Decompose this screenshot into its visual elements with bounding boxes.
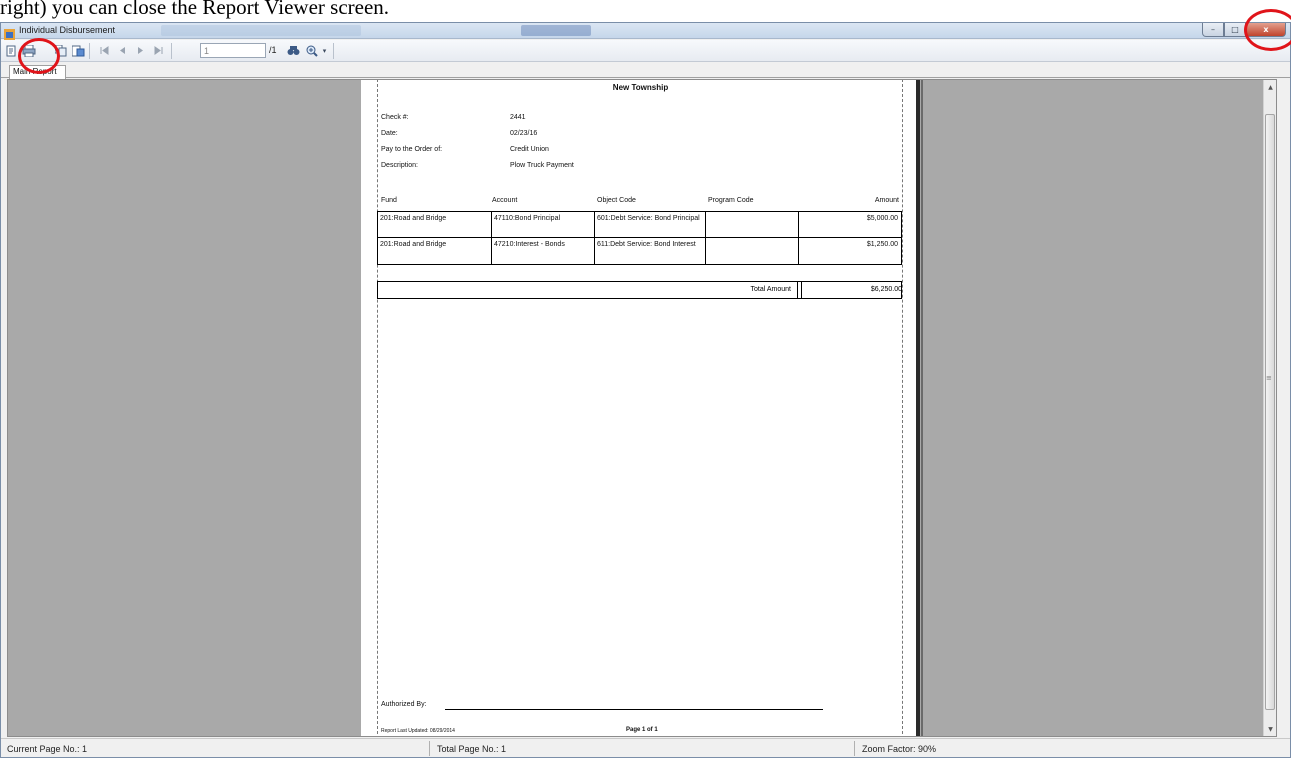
scroll-up-icon[interactable]: ▲ [1264,80,1276,94]
minimize-button[interactable]: – [1202,23,1224,37]
cell-program-code [706,238,799,264]
export-icon[interactable] [4,43,19,58]
field-label: Description: [381,162,418,169]
app-icon [4,25,15,40]
total-value: $6,250.00 [801,282,905,298]
column-header-fund: Fund [381,197,397,204]
cell-program-code [706,212,799,237]
report-viewer-area: New Township Check #: 2441 Date: 02/23/1… [7,79,1277,737]
field-label: Pay to the Order of: [381,146,443,153]
status-separator [429,741,430,756]
cell-object-code: 601:Debt Service: Bond Principal [595,212,706,237]
scroll-thumb[interactable] [1265,114,1275,710]
maximize-button[interactable]: □ [1224,23,1246,37]
status-separator [854,741,855,756]
column-header-object-code: Object Code [597,197,636,204]
cell-amount: $1,250.00 [866,241,898,248]
authorized-by-label: Authorized By: [381,701,427,708]
toolbar-separator [333,43,334,59]
page-shadow [921,80,923,736]
first-page-icon[interactable] [97,43,112,58]
column-header-amount: Amount [874,197,899,204]
field-value: 02/23/16 [510,130,538,137]
page-number-input[interactable] [200,43,266,58]
vertical-scrollbar[interactable]: ▲ ≡ ▼ [1263,80,1276,736]
cell-fund: 201:Road and Bridge [378,238,492,264]
cell-object-code: 611:Debt Service: Bond Interest [595,238,706,264]
column-header-program-code: Program Code [708,197,754,204]
report-toolbar: /1 ▾ [1,40,1290,62]
background-blur [521,25,591,36]
zoom-factor-status: Zoom Factor: 90% [862,744,937,754]
total-row: Total Amount $6,250.00 [377,281,902,299]
field-label: Date: [381,130,398,137]
scroll-down-icon[interactable]: ▼ [1264,722,1276,736]
report-viewer-window: Individual Disbursement – □ x 1 /1 ▾ Mai… [0,22,1291,758]
annotation-circle-close [1244,9,1291,51]
current-page-status: Current Page No.: 1 [7,744,88,754]
zoom-dropdown-icon[interactable]: ▾ [317,43,332,58]
status-bar: Current Page No.: 1 Total Page No.: 1 Zo… [1,738,1290,757]
column-header-account: Account [492,197,518,204]
cell-account: 47210:Interest - Bonds [492,238,595,264]
report-title: New Township [612,83,669,92]
total-label: Total Amount [718,282,798,298]
field-value: Plow Truck Payment [510,162,574,169]
scroll-grip-icon: ≡ [1266,374,1272,382]
total-page-status: Total Page No.: 1 [437,744,507,754]
find-icon[interactable] [286,43,301,58]
cell-fund: 201:Road and Bridge [378,212,492,237]
table-row: 201:Road and Bridge 47110:Bond Principal… [377,211,902,238]
cell-account: 47110:Bond Principal [492,212,595,237]
toolbar-separator [171,43,172,59]
annotation-circle-print [18,38,60,74]
field-value: 2441 [510,114,526,121]
title-bar: Individual Disbursement – □ x [1,23,1290,40]
document-caption: right) you can close the Report Viewer s… [0,0,390,19]
next-page-icon[interactable] [133,43,148,58]
window-title: Individual Disbursement [19,25,116,35]
last-page-icon[interactable] [151,43,166,58]
field-label: Check #: [381,114,409,121]
page-setup-icon[interactable] [71,43,86,58]
tab-strip: Main Report [1,63,1290,79]
margin-guide [902,80,903,736]
report-page: New Township Check #: 2441 Date: 02/23/1… [361,80,920,736]
margin-guide [377,80,378,736]
page-total-label: /1 [269,45,277,55]
field-value: Credit Union [510,146,549,153]
background-blur [161,25,361,36]
signature-line [445,709,823,710]
table-row: 201:Road and Bridge 47210:Interest - Bon… [377,237,902,265]
prev-page-icon[interactable] [115,43,130,58]
toolbar-separator [89,43,90,59]
cell-amount: $5,000.00 [866,215,898,222]
report-last-updated: Report Last Updated: 08/29/2014 [381,728,455,734]
page-of-label: Page 1 of 1 [626,727,658,733]
